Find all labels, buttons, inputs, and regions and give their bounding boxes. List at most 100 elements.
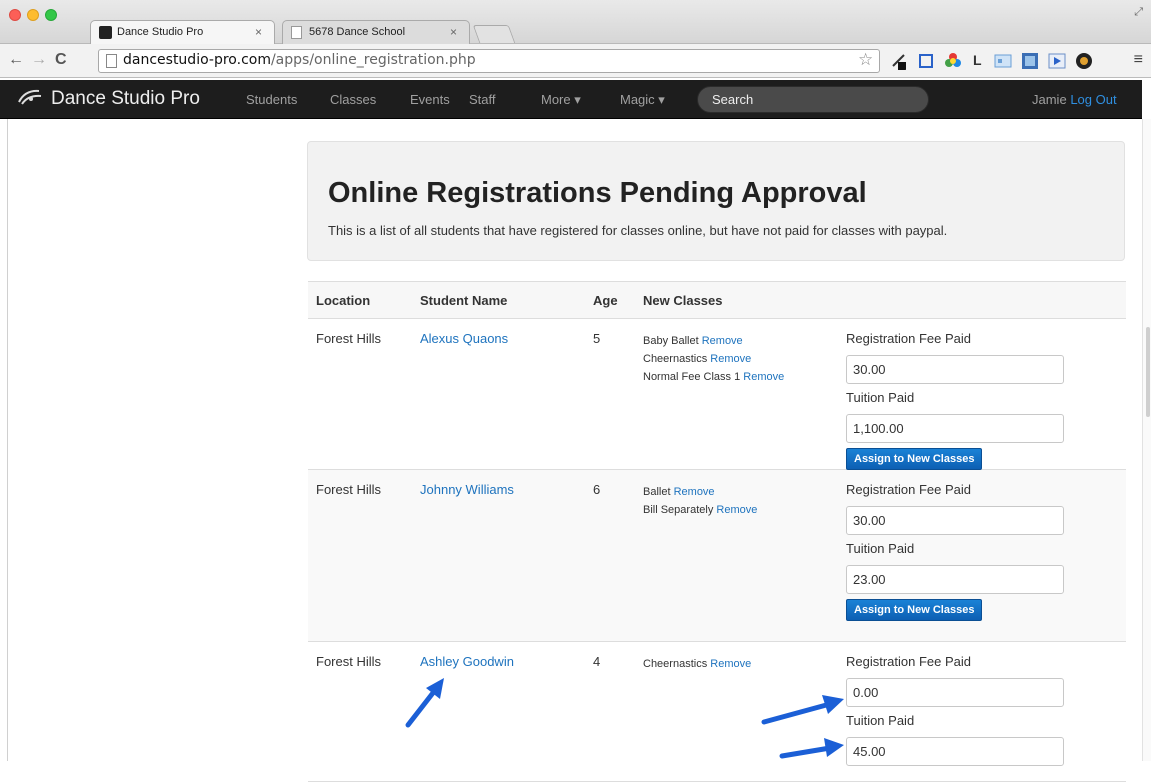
class-name: Bill Separately: [643, 504, 714, 516]
page-header-panel: Online Registrations Pending Approval Th…: [307, 141, 1125, 261]
tab-title: Dance Studio Pro: [117, 26, 204, 38]
nav-events[interactable]: Events: [410, 92, 450, 107]
window-zoom-button[interactable]: [45, 9, 57, 21]
class-name: Normal Fee Class 1: [643, 371, 741, 383]
location-cell: Forest Hills: [316, 482, 382, 497]
location-cell: Forest Hills: [316, 654, 382, 669]
table-row: Forest Hills Alexus Quaons 5 Baby Ballet…: [308, 319, 1126, 470]
browser-menu-icon[interactable]: ≡: [1134, 51, 1143, 69]
nav-user-area: Jamie Log Out: [1032, 92, 1117, 107]
registration-fee-label: Registration Fee Paid: [846, 331, 972, 346]
tuition-paid-input[interactable]: [846, 737, 1064, 766]
window-resizer-extension-icon[interactable]: [994, 52, 1012, 70]
image-extension-icon[interactable]: [1021, 52, 1039, 70]
registration-fee-input[interactable]: [846, 678, 1064, 707]
browser-tab-bar: Dance Studio Pro × 5678 Dance School × ⤢: [0, 0, 1151, 44]
chromecast-extension-icon[interactable]: [1075, 52, 1093, 70]
brand-name: Dance Studio Pro: [51, 88, 200, 109]
header-new-classes: New Classes: [643, 293, 723, 308]
student-name-link[interactable]: Alexus Quaons: [420, 331, 508, 346]
page-favicon-icon: [291, 26, 302, 39]
registration-fee-input[interactable]: [846, 355, 1064, 384]
bookmark-star-icon[interactable]: ☆: [858, 50, 873, 70]
navbar-search-input[interactable]: Search: [697, 86, 929, 113]
class-item: Cheernastics Remove: [643, 350, 823, 368]
scrollbar-thumb[interactable]: [1146, 327, 1150, 417]
browser-tab-5678-dance-school[interactable]: 5678 Dance School ×: [282, 20, 470, 44]
fee-form: Registration Fee Paid Tuition Paid Assig…: [846, 331, 1076, 470]
table-row: Forest Hills Johnny Williams 6 Ballet Re…: [308, 470, 1126, 642]
class-name: Ballet: [643, 486, 671, 498]
age-cell: 5: [593, 331, 601, 346]
forward-arrow-icon[interactable]: →: [31, 51, 47, 69]
new-tab-button[interactable]: [472, 25, 516, 43]
browser-tab-dance-studio-pro[interactable]: Dance Studio Pro ×: [90, 20, 275, 44]
registration-fee-input[interactable]: [846, 506, 1064, 535]
registration-fee-label: Registration Fee Paid: [846, 482, 972, 497]
remove-class-link[interactable]: Remove: [674, 486, 715, 498]
tab-close-icon[interactable]: ×: [450, 25, 457, 39]
color-picker-extension-icon[interactable]: [944, 52, 962, 70]
window-minimize-button[interactable]: [27, 9, 39, 21]
new-classes-list: Cheernastics Remove: [643, 655, 823, 673]
location-cell: Forest Hills: [316, 331, 382, 346]
dance-studio-favicon-icon: [99, 26, 112, 39]
tuition-paid-input[interactable]: [846, 414, 1064, 443]
logout-link[interactable]: Log Out: [1070, 92, 1116, 107]
annotation-arrow-icon: [779, 738, 844, 759]
app-navbar: Dance Studio Pro Students Classes Events…: [0, 80, 1142, 119]
student-name-link[interactable]: Ashley Goodwin: [420, 654, 514, 669]
class-item: Normal Fee Class 1 Remove: [643, 368, 823, 386]
remove-class-link[interactable]: Remove: [702, 335, 743, 347]
nav-staff[interactable]: Staff: [469, 92, 496, 107]
registration-fee-label: Registration Fee Paid: [846, 654, 972, 669]
remove-class-link[interactable]: Remove: [710, 658, 751, 670]
class-name: Baby Ballet: [643, 335, 699, 347]
tab-close-icon[interactable]: ×: [255, 25, 262, 39]
student-name-link[interactable]: Johnny Williams: [420, 482, 514, 497]
new-classes-list: Ballet Remove Bill Separately Remove: [643, 483, 823, 519]
class-item: Baby Ballet Remove: [643, 332, 823, 350]
lastpass-extension-icon[interactable]: L: [973, 52, 982, 68]
annotation-arrow-icon: [405, 678, 444, 728]
assign-to-new-classes-button[interactable]: Assign to New Classes: [846, 599, 983, 621]
remove-class-link[interactable]: Remove: [743, 371, 784, 383]
age-cell: 4: [593, 654, 601, 669]
tuition-paid-label: Tuition Paid: [846, 541, 915, 556]
class-item: Ballet Remove: [643, 483, 823, 501]
user-name: Jamie: [1032, 92, 1067, 107]
tuition-paid-label: Tuition Paid: [846, 713, 915, 728]
nav-students[interactable]: Students: [246, 92, 297, 107]
header-student-name: Student Name: [420, 293, 508, 308]
reload-icon[interactable]: C: [55, 51, 67, 69]
tuition-paid-label: Tuition Paid: [846, 390, 915, 405]
class-item: Cheernastics Remove: [643, 655, 823, 673]
remove-class-link[interactable]: Remove: [716, 504, 757, 516]
scrollbar-track[interactable]: [1142, 119, 1151, 761]
nav-more-dropdown[interactable]: More ▾: [541, 92, 581, 108]
address-bar[interactable]: dancestudio-pro.com/apps/online_registra…: [98, 49, 880, 73]
back-arrow-icon[interactable]: ←: [8, 51, 24, 69]
fee-form: Registration Fee Paid Tuition Paid Assig…: [846, 482, 1076, 621]
screenshot-extension-icon[interactable]: [917, 52, 935, 70]
age-cell: 6: [593, 482, 601, 497]
remove-class-link[interactable]: Remove: [710, 353, 751, 365]
nav-classes[interactable]: Classes: [330, 92, 376, 107]
window-close-button[interactable]: [9, 9, 21, 21]
assign-to-new-classes-button[interactable]: Assign to New Classes: [846, 448, 983, 470]
class-name: Cheernastics: [643, 353, 708, 365]
url-host: dancestudio-pro.com: [123, 52, 271, 68]
play-extension-icon[interactable]: [1048, 52, 1066, 70]
dance-studio-logo-icon: [18, 89, 42, 105]
fullscreen-icon[interactable]: ⤢: [1134, 6, 1143, 19]
class-item: Bill Separately Remove: [643, 501, 823, 519]
brand[interactable]: Dance Studio Pro: [17, 88, 200, 110]
header-age: Age: [593, 293, 618, 308]
header-location: Location: [316, 293, 371, 308]
table-header-row: Location Student Name Age New Classes: [308, 281, 1126, 319]
tuition-paid-input[interactable]: [846, 565, 1064, 594]
eyedropper-extension-icon[interactable]: [890, 52, 908, 70]
tab-title: 5678 Dance School: [309, 26, 406, 38]
class-name: Cheernastics: [643, 658, 708, 670]
nav-magic-dropdown[interactable]: Magic ▾: [620, 92, 665, 108]
